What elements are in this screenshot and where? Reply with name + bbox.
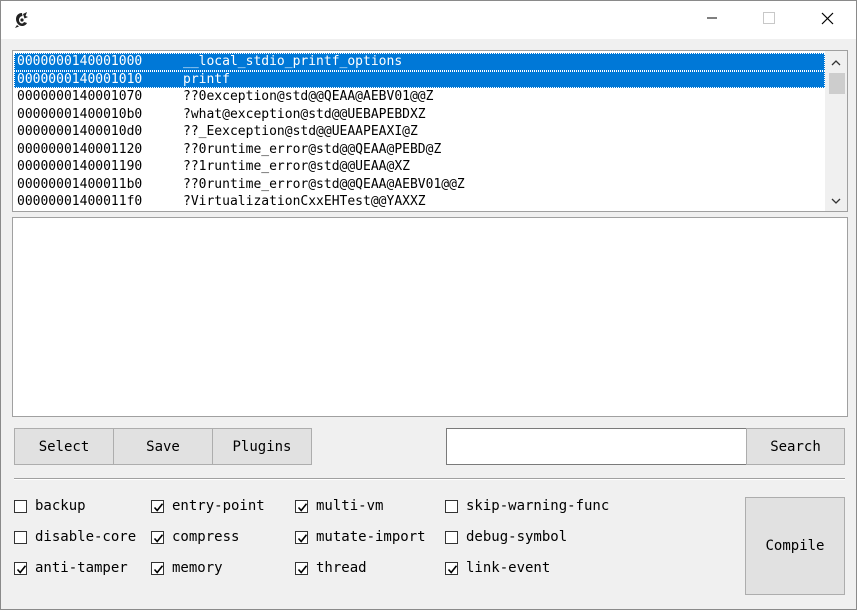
option-multi-vm-checkbox[interactable]: multi-vm xyxy=(295,497,383,515)
dragon-icon xyxy=(13,11,31,29)
symbol-address: 0000000140001120 xyxy=(17,141,143,157)
checkmark-icon[interactable] xyxy=(151,561,164,575)
save-button[interactable]: Save xyxy=(113,428,213,465)
symbol-name: ??0runtime_error@std@@QEAA@AEBV01@@Z xyxy=(183,176,465,192)
checkmark-icon[interactable] xyxy=(151,499,164,513)
symbol-name: ?VirtualizationCxxEHTest@@YAXXZ xyxy=(183,194,426,209)
select-button[interactable]: Select xyxy=(14,428,114,465)
scroll-down-button[interactable] xyxy=(825,191,847,209)
checkmark-icon[interactable] xyxy=(14,561,27,575)
symbol-name: __local_stdio_printf_options xyxy=(183,54,403,69)
symbol-row[interactable]: 00000001400011f0 ?VirtualizationCxxEHTest… xyxy=(14,193,825,211)
option-memory-checkbox[interactable]: memory xyxy=(151,559,223,577)
symbol-list[interactable]: 0000000140001000 __local_stdio_printf_opt… xyxy=(12,50,848,212)
symbol-address: 00000001400010b0 xyxy=(17,106,143,122)
close-button[interactable] xyxy=(798,1,856,39)
symbol-row[interactable]: 0000000140001010 printf xyxy=(14,70,825,88)
compile-button[interactable]: Compile xyxy=(745,497,845,595)
symbol-row[interactable]: 00000001400010b0 ?what@exception@std@@UEB… xyxy=(14,106,825,124)
checkbox-empty-icon[interactable] xyxy=(14,499,27,513)
checkbox-empty-icon[interactable] xyxy=(14,530,27,544)
option-label: backup xyxy=(35,498,86,514)
option-label: disable-core xyxy=(35,529,137,545)
option-disable-core-checkbox[interactable]: disable-core xyxy=(14,528,136,546)
option-label: thread xyxy=(316,560,367,576)
option-mutate-import-checkbox[interactable]: mutate-import xyxy=(295,528,426,546)
symbol-address: 00000001400011f0 xyxy=(17,194,143,209)
symbol-row[interactable]: 0000000140001190 ??1runtime_error@std@@UE… xyxy=(14,158,825,176)
option-compress-checkbox[interactable]: compress xyxy=(151,528,239,546)
chevron-up-icon xyxy=(831,55,841,70)
checkbox-empty-icon[interactable] xyxy=(445,499,458,513)
symbol-name: ??_Eexception@std@@UEAAPEAXI@Z xyxy=(183,124,418,139)
option-entry-point-checkbox[interactable]: entry-point xyxy=(151,497,265,515)
close-icon xyxy=(821,12,834,29)
checkmark-icon[interactable] xyxy=(295,561,308,575)
option-anti-tamper-checkbox[interactable]: anti-tamper xyxy=(14,559,128,577)
option-label: compress xyxy=(172,529,240,545)
title-bar[interactable] xyxy=(1,1,856,39)
plugins-button[interactable]: Plugins xyxy=(212,428,312,465)
symbol-name: ??0exception@std@@QEAA@AEBV01@@Z xyxy=(183,89,434,104)
maximize-icon xyxy=(763,12,775,28)
minimize-button[interactable] xyxy=(683,1,741,39)
minimize-icon xyxy=(706,12,718,28)
symbol-name: ??1runtime_error@std@@UEAA@XZ xyxy=(183,159,410,174)
symbol-address: 0000000140001010 xyxy=(17,71,143,87)
symbol-row[interactable]: 0000000140001070 ??0exception@std@@QEAA@A… xyxy=(14,88,825,106)
list-scrollbar[interactable] xyxy=(825,51,847,211)
option-debug-symbol-checkbox[interactable]: debug-symbol xyxy=(445,528,567,546)
search-input[interactable] xyxy=(446,428,747,465)
symbol-list-rows: 0000000140001000 __local_stdio_printf_opt… xyxy=(14,53,825,211)
symbol-row[interactable]: 0000000140001120 ??0runtime_error@std@@QE… xyxy=(14,141,825,159)
option-thread-checkbox[interactable]: thread xyxy=(295,559,367,577)
option-label: multi-vm xyxy=(316,498,384,514)
checkbox-empty-icon[interactable] xyxy=(445,530,458,544)
option-skip-warning-func-checkbox[interactable]: skip-warning-func xyxy=(445,497,609,515)
symbol-address: 0000000140001070 xyxy=(17,89,143,104)
option-label: skip-warning-func xyxy=(466,498,610,514)
symbol-address: 00000001400011b0 xyxy=(17,176,143,192)
option-label: link-event xyxy=(466,560,551,576)
symbol-address: 0000000140001190 xyxy=(17,159,143,174)
chevron-down-icon xyxy=(831,193,841,208)
symbol-address: 0000000140001000 xyxy=(17,54,143,69)
symbol-name: ??0runtime_error@std@@QEAA@PEBD@Z xyxy=(183,141,442,157)
symbol-name: ?what@exception@std@@UEBAPEBDXZ xyxy=(183,106,426,122)
symbol-address: 00000001400010d0 xyxy=(17,124,143,139)
option-label: anti-tamper xyxy=(35,560,128,576)
maximize-button[interactable] xyxy=(740,1,798,39)
option-label: entry-point xyxy=(172,498,265,514)
option-label: debug-symbol xyxy=(466,529,568,545)
option-label: mutate-import xyxy=(316,529,426,545)
main-window: 0000000140001000 __local_stdio_printf_opt… xyxy=(0,0,857,610)
symbol-name: printf xyxy=(183,71,230,87)
scroll-up-button[interactable] xyxy=(825,53,847,71)
checkmark-icon[interactable] xyxy=(295,499,308,513)
scroll-thumb[interactable] xyxy=(829,73,845,94)
option-label: memory xyxy=(172,560,223,576)
option-backup-checkbox[interactable]: backup xyxy=(14,497,86,515)
separator xyxy=(14,478,845,480)
checkmark-icon[interactable] xyxy=(151,530,164,544)
symbol-row[interactable]: 00000001400011b0 ??0runtime_error@std@@QE… xyxy=(14,176,825,194)
checkmark-icon[interactable] xyxy=(295,530,308,544)
symbol-row[interactable]: 0000000140001000 __local_stdio_printf_opt… xyxy=(14,53,825,71)
option-link-event-checkbox[interactable]: link-event xyxy=(445,559,550,577)
symbol-row[interactable]: 00000001400010d0 ??_Eexception@std@@UEAAP… xyxy=(14,123,825,141)
output-textarea[interactable] xyxy=(12,217,848,417)
search-button[interactable]: Search xyxy=(746,428,845,465)
checkmark-icon[interactable] xyxy=(445,561,458,575)
